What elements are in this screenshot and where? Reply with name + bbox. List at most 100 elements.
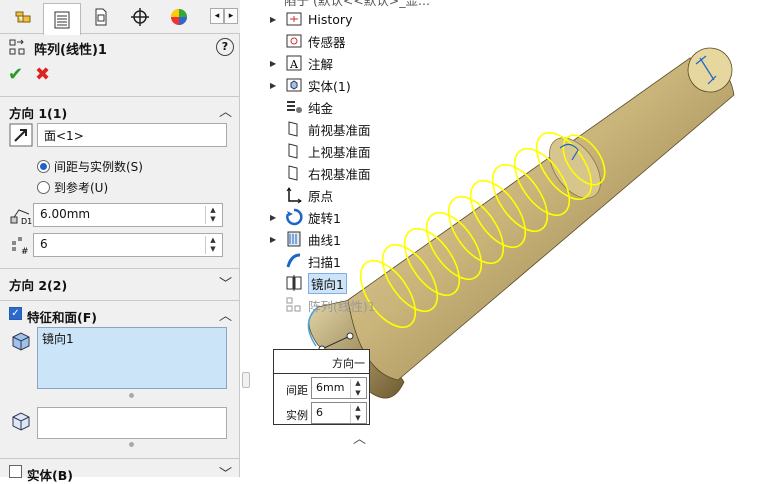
expand-arrow-icon[interactable]: ▶ — [270, 213, 284, 222]
expand-chevron-icon[interactable]: ﹀ — [219, 463, 232, 482]
radio-button[interactable] — [37, 160, 50, 173]
callout-count-value: 6 — [316, 406, 323, 419]
expand-arrow-icon[interactable]: ▶ — [270, 59, 284, 68]
tree-item[interactable]: 右视基准面 — [270, 162, 371, 184]
tree-item[interactable]: 镜向1 — [270, 272, 347, 294]
spin-up-icon[interactable]: ▲ — [206, 236, 220, 245]
tree-item-label: History — [308, 11, 353, 27]
feature-tree: 陷于 (默认<<默认>_显... ▶ History 传感器 ▶ A 注解 ▶ 实体(1) 纯金… — [270, 0, 470, 330]
bodies-checkbox[interactable] — [9, 465, 22, 478]
collapse-chevron-icon[interactable]: ︿ — [219, 101, 232, 120]
callout-spacing-input[interactable]: 6mm ▲ ▼ — [311, 377, 367, 399]
direction2-section-header[interactable]: 方向 2(2) ﹀ — [0, 268, 240, 294]
callout-count-label: 实例 — [286, 409, 308, 422]
spin-down-icon[interactable]: ▼ — [206, 215, 220, 224]
ok-button[interactable]: ✔ — [8, 64, 23, 85]
count-value: 6 — [40, 237, 48, 251]
features-section-header[interactable]: ✓ 特征和面(F) ︿ — [0, 300, 240, 326]
help-button[interactable]: ? — [216, 38, 234, 56]
spin-up-icon[interactable]: ▲ — [351, 404, 365, 414]
spacing-input[interactable]: 6.00mm ▲ ▼ — [33, 203, 223, 227]
callout-spacing-value: 6mm — [316, 381, 345, 394]
expand-arrow-icon[interactable]: ▶ — [270, 81, 284, 90]
tree-item[interactable]: 传感器 — [270, 30, 346, 52]
instance-count-icon: # — [12, 237, 29, 257]
count-stepper[interactable]: ▲ ▼ — [205, 236, 220, 254]
radio-spacing-and-instances[interactable]: 间距与实例数(S) — [37, 158, 143, 175]
spacing-stepper[interactable]: ▲ ▼ — [205, 206, 220, 224]
instance-count-input[interactable]: 6 ▲ ▼ — [33, 233, 223, 257]
expand-arrow-icon[interactable]: ▶ — [270, 15, 284, 24]
tree-item[interactable]: 扫描1 — [270, 250, 341, 272]
page-title: 阵列(线性)1 — [34, 43, 107, 58]
property-manager-icon — [54, 11, 70, 28]
direction1-section-header[interactable]: 方向 1(1) ︿ — [0, 96, 240, 122]
spacing-icon: D1 — [10, 209, 32, 226]
tree-item-label: 注解 — [308, 56, 334, 72]
sensor-icon — [284, 32, 304, 50]
callout-count-input[interactable]: 6 ▲ ▼ — [311, 402, 367, 424]
mirror-icon — [284, 274, 304, 292]
tab-property-manager[interactable] — [43, 3, 81, 35]
callout-header: 方向一 — [274, 350, 369, 374]
callout-collapse-icon[interactable]: ︿ — [353, 428, 366, 447]
tab-configuration-manager[interactable] — [82, 3, 120, 31]
direction1-label: 方向 1(1) — [9, 106, 68, 121]
tree-item[interactable]: 原点 — [270, 184, 333, 206]
tree-item[interactable]: ▶ A 注解 — [270, 52, 333, 74]
callout-count-row: 实例 6 ▲ ▼ — [274, 401, 369, 425]
faces-selection-icon — [12, 412, 30, 431]
pattern-callout: 方向一 间距 6mm ▲ ▼ 实例 6 ▲ ▼ — [273, 349, 370, 425]
svg-text:A: A — [289, 58, 299, 71]
dimxpert-icon — [131, 8, 149, 26]
tab-feature-manager[interactable] — [4, 3, 42, 31]
tree-item[interactable]: ▶ 曲线1 — [270, 228, 341, 250]
direction1-edge-field[interactable]: 面<1> — [37, 123, 227, 147]
material-icon — [284, 98, 304, 116]
tree-item[interactable]: ▶ 旋转1 — [270, 206, 341, 228]
features-selection-icon — [12, 332, 30, 351]
plane-icon — [284, 120, 304, 138]
curve-icon — [284, 230, 304, 248]
list-resize-handle[interactable] — [129, 442, 134, 447]
linear-pattern-icon — [284, 296, 304, 314]
callout-count-stepper[interactable]: ▲ ▼ — [350, 404, 365, 423]
tab-display-manager[interactable] — [160, 3, 198, 31]
radio-up-to-reference[interactable]: 到参考(U) — [37, 179, 108, 196]
tab-scroll-right-button[interactable]: ▸ — [224, 8, 238, 24]
tree-item[interactable]: 上视基准面 — [270, 140, 371, 162]
tree-item[interactable]: ▶ 实体(1) — [270, 74, 351, 96]
tab-scroll-left-button[interactable]: ◂ — [210, 8, 224, 24]
collapse-chevron-icon[interactable]: ︿ — [219, 305, 232, 324]
tree-item[interactable]: 前视基准面 — [270, 118, 371, 140]
list-resize-handle[interactable] — [129, 393, 134, 398]
cancel-button[interactable]: ✖ — [35, 64, 50, 85]
spin-down-icon[interactable]: ▼ — [351, 389, 365, 399]
features-checkbox[interactable]: ✓ — [9, 307, 22, 320]
spin-down-icon[interactable]: ▼ — [206, 245, 220, 254]
spin-up-icon[interactable]: ▲ — [351, 379, 365, 389]
svg-text:#: # — [21, 247, 29, 257]
features-list[interactable]: 镜向1 — [37, 327, 227, 389]
tree-item-label: 上视基准面 — [308, 144, 371, 160]
plane-icon — [284, 142, 304, 160]
bodies-section-header[interactable]: 实体(B) ﹀ — [0, 458, 240, 484]
tree-item-label: 前视基准面 — [308, 122, 371, 138]
tab-dimxpert[interactable] — [121, 3, 159, 31]
expand-arrow-icon[interactable]: ▶ — [270, 235, 284, 244]
faces-list[interactable] — [37, 407, 227, 439]
spin-up-icon[interactable]: ▲ — [206, 206, 220, 215]
display-manager-icon — [171, 9, 187, 25]
tree-item-label: 原点 — [308, 188, 334, 204]
spin-down-icon[interactable]: ▼ — [351, 414, 365, 424]
tree-item-label: 曲线1 — [308, 232, 341, 248]
list-item[interactable]: 镜向1 — [42, 330, 222, 347]
radio-button[interactable] — [37, 181, 50, 194]
tree-item[interactable]: 纯金 — [270, 96, 333, 118]
expand-chevron-icon[interactable]: ﹀ — [219, 273, 232, 292]
callout-spacing-stepper[interactable]: ▲ ▼ — [350, 379, 365, 398]
reverse-direction-icon[interactable] — [9, 123, 33, 147]
tree-item[interactable]: 阵列(线性)1 — [270, 294, 376, 316]
history-icon — [284, 10, 304, 28]
tree-item[interactable]: ▶ History — [270, 8, 352, 30]
